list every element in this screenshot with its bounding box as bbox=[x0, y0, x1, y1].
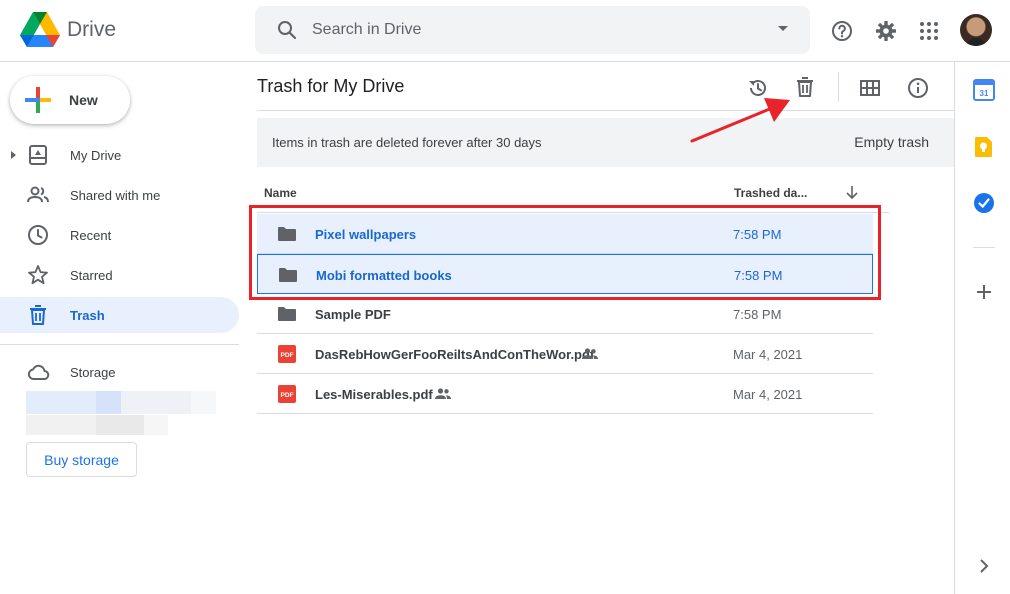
new-button[interactable]: New bbox=[10, 76, 130, 124]
star-icon bbox=[28, 265, 48, 285]
table-row[interactable]: Sample PDF 7:58 PM bbox=[257, 294, 873, 334]
side-panel: 31 bbox=[954, 62, 1010, 594]
help-icon[interactable] bbox=[830, 19, 854, 43]
sidebar-item-label: My Drive bbox=[70, 148, 122, 163]
annotation-highlight-box bbox=[249, 205, 881, 300]
sidebar-item-recent[interactable]: Recent bbox=[0, 217, 239, 253]
column-header-name[interactable]: Name bbox=[264, 186, 297, 200]
search-icon[interactable] bbox=[275, 18, 299, 42]
page-title: Trash for My Drive bbox=[257, 76, 405, 96]
info-icon[interactable] bbox=[906, 76, 930, 100]
file-name: DasRebHowGerFooReiltsAndConTheWor.pdf bbox=[315, 347, 595, 362]
sidebar-item-starred[interactable]: Starred bbox=[0, 257, 239, 293]
account-avatar[interactable] bbox=[960, 14, 992, 46]
pdf-badge-text: PDF bbox=[281, 352, 294, 359]
grid-view-icon[interactable] bbox=[858, 76, 882, 100]
folder-icon bbox=[278, 307, 296, 321]
expand-arrow-icon[interactable] bbox=[11, 151, 16, 159]
colorful-plus-icon bbox=[25, 87, 51, 113]
tasks-icon[interactable] bbox=[973, 192, 995, 214]
cloud-icon bbox=[27, 364, 50, 380]
file-name: Sample PDF bbox=[315, 307, 391, 322]
buy-storage-button[interactable]: Buy storage bbox=[26, 442, 137, 477]
sidebar-item-trash[interactable]: Trash bbox=[0, 297, 239, 333]
pdf-file-icon: PDF bbox=[278, 385, 296, 403]
sidebar-item-label: Trash bbox=[70, 308, 105, 323]
trashed-date: 7:58 PM bbox=[733, 307, 782, 322]
search-bar[interactable]: Search in Drive bbox=[255, 6, 810, 54]
sidebar-item-storage[interactable]: Storage bbox=[0, 354, 239, 390]
sidebar-item-shared-with-me[interactable]: Shared with me bbox=[0, 177, 239, 213]
calendar-icon[interactable]: 31 bbox=[973, 79, 995, 101]
search-input[interactable]: Search in Drive bbox=[312, 21, 421, 39]
sidebar-divider bbox=[0, 344, 239, 345]
top-bar: Drive Search in Drive bbox=[0, 0, 1010, 62]
shared-people-icon bbox=[582, 348, 598, 359]
new-button-label: New bbox=[69, 92, 98, 108]
sidebar-item-my-drive[interactable]: My Drive bbox=[0, 137, 239, 173]
my-drive-icon bbox=[29, 145, 47, 165]
chevron-right-icon[interactable] bbox=[973, 555, 995, 577]
svg-text:31: 31 bbox=[980, 89, 989, 98]
trashed-date: Mar 4, 2021 bbox=[733, 387, 803, 402]
people-icon bbox=[27, 186, 49, 203]
sidebar-item-label: Recent bbox=[70, 228, 112, 243]
sidebar-item-label: Storage bbox=[70, 365, 116, 380]
storage-usage-bar bbox=[26, 391, 216, 414]
sort-descending-icon[interactable] bbox=[844, 184, 860, 200]
sidebar-item-label: Shared with me bbox=[70, 188, 161, 203]
storage-usage-text bbox=[26, 415, 168, 435]
file-name: Les-Miserables.pdf bbox=[315, 387, 433, 402]
keep-icon[interactable] bbox=[973, 136, 995, 158]
annotation-arrow-icon bbox=[690, 98, 790, 143]
table-row[interactable]: PDF DasRebHowGerFooReiltsAndConTheWor.pd… bbox=[257, 334, 873, 374]
clock-icon bbox=[28, 225, 48, 245]
title-divider bbox=[257, 110, 954, 111]
pdf-badge-text: PDF bbox=[281, 392, 294, 399]
banner-message: Items in trash are deleted forever after… bbox=[272, 135, 542, 150]
add-addon-plus-icon[interactable] bbox=[973, 281, 995, 303]
pdf-file-icon: PDF bbox=[278, 345, 296, 363]
search-options-dropdown-icon[interactable] bbox=[778, 26, 788, 31]
trashed-date: Mar 4, 2021 bbox=[733, 347, 803, 362]
apps-grid-icon[interactable] bbox=[917, 19, 941, 43]
sidebar-item-label: Starred bbox=[70, 268, 113, 283]
toolbar-divider bbox=[838, 72, 839, 102]
column-header-trashed-date[interactable]: Trashed da... bbox=[734, 186, 807, 200]
table-row[interactable]: PDF Les-Miserables.pdf Mar 4, 2021 bbox=[257, 374, 873, 414]
empty-trash-button[interactable]: Empty trash bbox=[854, 134, 929, 150]
side-panel-divider bbox=[973, 247, 995, 248]
settings-gear-icon[interactable] bbox=[874, 19, 898, 43]
shared-people-icon bbox=[435, 388, 451, 399]
drive-logo-icon[interactable] bbox=[20, 12, 60, 48]
app-name: Drive bbox=[67, 18, 117, 41]
trash-info-banner: Items in trash are deleted forever after… bbox=[257, 118, 954, 167]
trash-icon bbox=[30, 305, 46, 325]
